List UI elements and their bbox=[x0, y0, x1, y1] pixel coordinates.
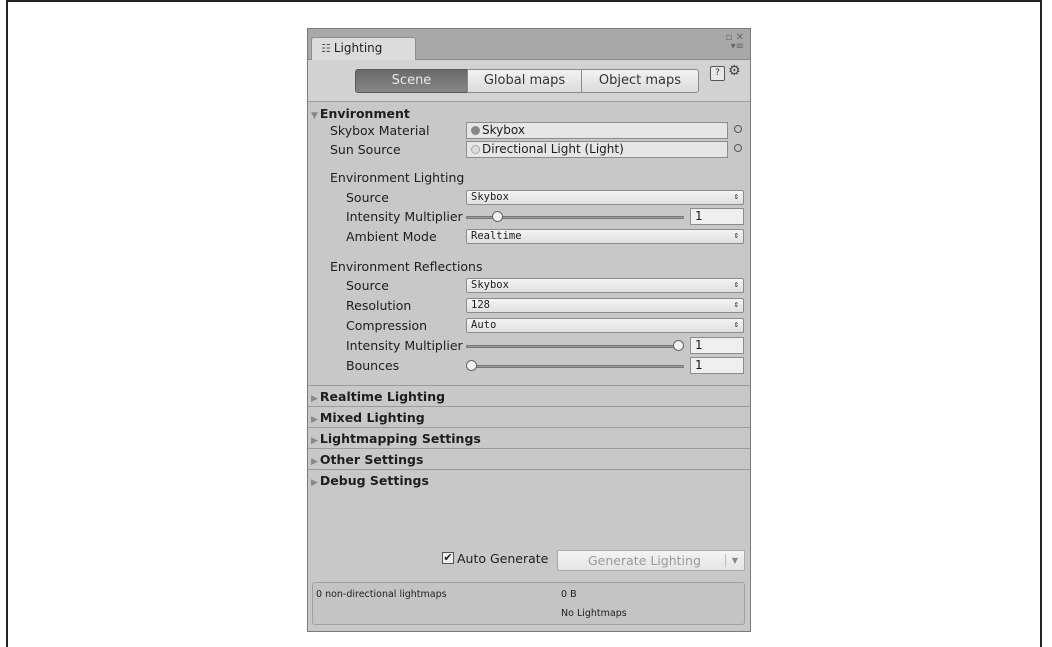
field-label: Compression bbox=[346, 318, 428, 333]
help-icon[interactable]: ? bbox=[710, 66, 725, 81]
foldout-closed-icon: ▶ bbox=[311, 457, 318, 467]
reflections-intensity-row: Intensity Multiplier 1 bbox=[308, 337, 750, 355]
foldout-closed-icon: ▶ bbox=[311, 436, 318, 446]
chevron-down-icon[interactable]: ▼ bbox=[732, 551, 738, 570]
generate-row: ✔ Auto Generate Generate Lighting ▼ bbox=[308, 549, 750, 573]
object-picker-icon[interactable] bbox=[734, 144, 742, 152]
lighting-intensity-input[interactable]: 1 bbox=[690, 208, 744, 225]
field-label: Source bbox=[346, 190, 389, 205]
reflections-intensity-input[interactable]: 1 bbox=[690, 337, 744, 354]
window-controls: ▫ ✕ ▾≡ bbox=[726, 33, 744, 52]
field-label: Resolution bbox=[346, 298, 412, 313]
skybox-material-row: Skybox Material Skybox bbox=[308, 122, 750, 140]
button-label: Generate Lighting bbox=[588, 553, 701, 568]
field-label: Source bbox=[346, 278, 389, 293]
environment-lighting-header: Environment Lighting bbox=[308, 169, 750, 187]
gear-icon[interactable]: ⚙ bbox=[728, 63, 741, 79]
lightmap-count: 0 non-directional lightmaps bbox=[316, 589, 447, 600]
section-title: Realtime Lighting bbox=[319, 389, 446, 404]
reflections-source-row: Source Skybox ⇕ bbox=[308, 277, 750, 295]
dropdown-arrows-icon: ⇕ bbox=[733, 280, 739, 290]
dropdown-arrows-icon: ⇕ bbox=[733, 192, 739, 202]
window-titlebar: ☷ Lighting ▫ ✕ ▾≡ bbox=[308, 29, 750, 60]
section-other-settings[interactable]: ▶ Other Settings bbox=[308, 448, 750, 469]
field-value: Skybox bbox=[482, 123, 525, 137]
object-picker-icon[interactable] bbox=[734, 125, 742, 133]
dropdown-value: Skybox bbox=[471, 191, 509, 203]
field-label: Skybox Material bbox=[330, 123, 430, 138]
lightmap-stats-box: 0 non-directional lightmaps 0 B No Light… bbox=[312, 582, 745, 625]
field-label: Intensity Multiplier bbox=[346, 338, 463, 353]
bounces-input[interactable]: 1 bbox=[690, 357, 744, 374]
sun-source-row: Sun Source Directional Light (Light) bbox=[308, 141, 750, 159]
compression-row: Compression Auto ⇕ bbox=[308, 317, 750, 335]
section-debug-settings[interactable]: ▶ Debug Settings bbox=[308, 469, 750, 490]
foldout-closed-icon: ▶ bbox=[311, 415, 318, 425]
tab-lighting[interactable]: ☷ Lighting bbox=[311, 37, 416, 60]
environment-reflections-header: Environment Reflections bbox=[308, 258, 750, 276]
light-icon bbox=[471, 145, 480, 154]
slider-knob[interactable] bbox=[466, 360, 477, 371]
sun-source-field[interactable]: Directional Light (Light) bbox=[466, 141, 728, 158]
menu-icon[interactable]: ▾≡ bbox=[731, 41, 744, 52]
resolution-dropdown[interactable]: 128 ⇕ bbox=[466, 298, 744, 313]
dropdown-value: Auto bbox=[471, 319, 497, 331]
lightmap-size: 0 B bbox=[561, 589, 577, 600]
bounces-slider[interactable] bbox=[466, 365, 684, 368]
slider-knob[interactable] bbox=[491, 211, 503, 222]
foldout-open-icon: ▼ bbox=[311, 111, 318, 121]
tab-scene[interactable]: Scene bbox=[355, 69, 468, 93]
section-title: Mixed Lighting bbox=[319, 410, 425, 425]
lighting-icon: ☷ bbox=[321, 42, 331, 55]
section-title: Environment bbox=[319, 106, 410, 121]
lighting-source-dropdown[interactable]: Skybox ⇕ bbox=[466, 190, 744, 205]
reflections-source-dropdown[interactable]: Skybox ⇕ bbox=[466, 278, 744, 293]
lighting-window: ☷ Lighting ▫ ✕ ▾≡ Scene Global maps Objec… bbox=[307, 28, 751, 632]
compression-dropdown[interactable]: Auto ⇕ bbox=[466, 318, 744, 333]
material-icon bbox=[471, 126, 480, 135]
section-title: Other Settings bbox=[319, 452, 424, 467]
foldout-closed-icon: ▶ bbox=[311, 478, 318, 488]
reflections-intensity-slider[interactable] bbox=[466, 345, 684, 348]
lighting-source-row: Source Skybox ⇕ bbox=[308, 189, 750, 207]
dropdown-value: Skybox bbox=[471, 279, 509, 291]
resolution-row: Resolution 128 ⇕ bbox=[308, 297, 750, 315]
bounces-row: Bounces 1 bbox=[308, 357, 750, 375]
tab-label: Lighting bbox=[333, 41, 383, 55]
dropdown-value: Realtime bbox=[471, 230, 522, 242]
section-mixed-lighting[interactable]: ▶ Mixed Lighting bbox=[308, 406, 750, 427]
foldout-closed-icon: ▶ bbox=[311, 394, 318, 404]
field-label: Sun Source bbox=[330, 142, 401, 157]
auto-generate-checkbox[interactable]: ✔ bbox=[442, 552, 454, 564]
dropdown-value: 128 bbox=[471, 299, 490, 311]
generate-lighting-button[interactable]: Generate Lighting ▼ bbox=[557, 550, 745, 571]
lighting-intensity-row: Intensity Multiplier 1 bbox=[308, 208, 750, 226]
dropdown-arrows-icon: ⇕ bbox=[733, 300, 739, 310]
ambient-mode-row: Ambient Mode Realtime ⇕ bbox=[308, 228, 750, 246]
tab-object-maps[interactable]: Object maps bbox=[581, 69, 699, 93]
dropdown-arrows-icon: ⇕ bbox=[733, 231, 739, 241]
slider-knob[interactable] bbox=[673, 340, 684, 351]
subsection-title: Environment Reflections bbox=[330, 259, 483, 274]
dropdown-arrows-icon: ⇕ bbox=[733, 320, 739, 330]
lightmap-status: No Lightmaps bbox=[561, 608, 627, 619]
section-realtime-lighting[interactable]: ▶ Realtime Lighting bbox=[308, 385, 750, 406]
ambient-mode-dropdown[interactable]: Realtime ⇕ bbox=[466, 229, 744, 244]
field-label: Ambient Mode bbox=[346, 229, 437, 244]
tab-global-maps[interactable]: Global maps bbox=[467, 69, 582, 93]
field-label: Intensity Multiplier bbox=[346, 209, 463, 224]
skybox-material-field[interactable]: Skybox bbox=[466, 122, 728, 139]
field-label: Bounces bbox=[346, 358, 400, 373]
button-divider bbox=[725, 554, 726, 567]
auto-generate-label: Auto Generate bbox=[457, 551, 549, 566]
toolbar: Scene Global maps Object maps ? ⚙ bbox=[308, 60, 750, 102]
subsection-title: Environment Lighting bbox=[330, 170, 465, 185]
environment-header[interactable]: ▼ Environment bbox=[308, 105, 750, 123]
section-lightmapping-settings[interactable]: ▶ Lightmapping Settings bbox=[308, 427, 750, 448]
field-value: Directional Light (Light) bbox=[482, 142, 624, 156]
section-title: Lightmapping Settings bbox=[319, 431, 481, 446]
section-title: Debug Settings bbox=[319, 473, 429, 488]
checkmark-icon: ✔ bbox=[443, 551, 453, 564]
